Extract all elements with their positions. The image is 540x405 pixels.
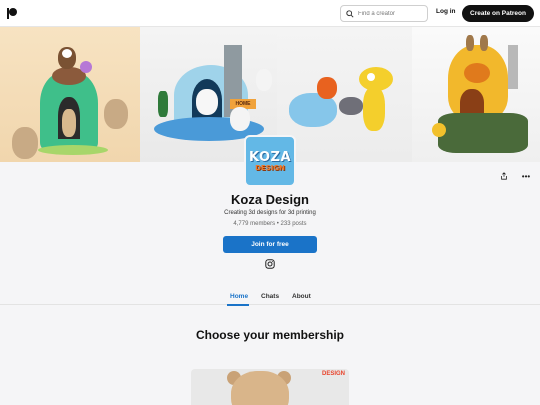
profile-tabs: Home Chats About — [0, 288, 540, 306]
top-navigation-bar: Log in Create on Patreon — [0, 0, 540, 27]
search-input[interactable] — [358, 10, 422, 17]
more-options-icon[interactable]: ••• — [520, 170, 532, 182]
tier-image-teddy-bear — [231, 371, 289, 405]
instagram-icon[interactable] — [265, 259, 275, 269]
login-link[interactable]: Log in — [436, 8, 456, 15]
tab-home[interactable]: Home — [230, 293, 248, 300]
patreon-logo-icon[interactable] — [7, 8, 17, 19]
page-actions: ••• — [498, 170, 532, 182]
creator-name: Koza Design — [230, 192, 309, 207]
create-on-patreon-button[interactable]: Create on Patreon — [462, 5, 534, 22]
active-tab-indicator — [227, 304, 249, 306]
creator-tagline: Creating 3d designs for 3d printing — [224, 210, 316, 216]
creator-stats: 4,779 members • 233 posts — [233, 221, 307, 227]
tab-about[interactable]: About — [292, 293, 311, 300]
search-box[interactable] — [340, 5, 428, 22]
share-icon[interactable] — [498, 170, 510, 182]
banner-image-figures — [0, 27, 140, 162]
search-icon — [346, 9, 354, 18]
join-for-free-button[interactable]: Join for free — [223, 236, 317, 253]
avatar-logo-design: DESIGN — [255, 163, 285, 172]
membership-tier-card[interactable]: DESIGN — [191, 369, 349, 405]
banner-image-animal-toys — [277, 27, 412, 162]
banner-image-beehive — [412, 27, 540, 162]
avatar-logo-koza: KOZA — [248, 149, 292, 165]
tab-chats[interactable]: Chats — [261, 293, 279, 300]
tier-image-label: DESIGN — [321, 371, 345, 377]
membership-heading: Choose your membership — [195, 328, 345, 342]
creator-avatar: KOZA DESIGN — [244, 135, 296, 187]
